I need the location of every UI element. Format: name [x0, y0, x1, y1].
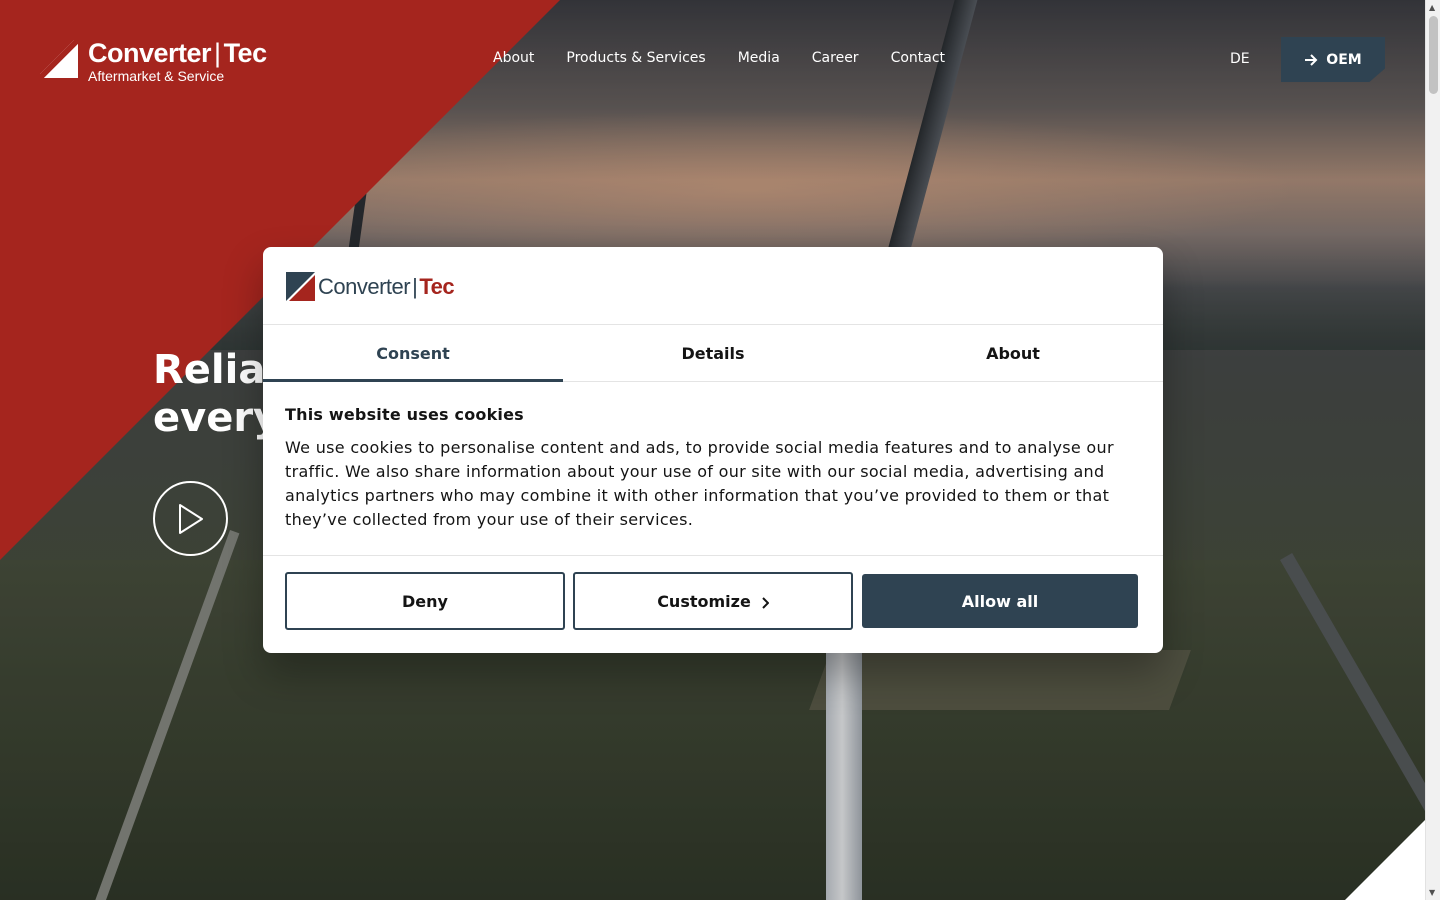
logo-divider: |	[214, 38, 221, 68]
nav-item-contact[interactable]: Contact	[891, 50, 945, 66]
arrow-right-icon	[1305, 53, 1318, 66]
corner-decoration	[1345, 820, 1425, 900]
site-logo[interactable]: Converter | Tec Aftermarket & Service	[40, 40, 267, 84]
tab-consent[interactable]: Consent	[263, 325, 563, 382]
dialog-logo-name: Converter	[318, 273, 411, 299]
dialog-tabs: Consent Details About	[263, 324, 1163, 382]
dialog-heading: This website uses cookies	[285, 405, 524, 424]
tab-details[interactable]: Details	[563, 325, 863, 381]
language-switch[interactable]: DE	[1230, 51, 1250, 67]
customize-button[interactable]: Customize	[573, 572, 853, 630]
play-icon	[178, 503, 203, 534]
nav-item-about[interactable]: About	[493, 50, 534, 66]
nav-item-career[interactable]: Career	[812, 50, 859, 66]
customize-label: Customize	[657, 591, 751, 611]
oem-button[interactable]: OEM	[1281, 37, 1385, 82]
logo-name-main: Converter	[88, 38, 212, 68]
scroll-up-icon[interactable]: ▲	[1429, 3, 1435, 12]
tab-about[interactable]: About	[863, 325, 1163, 381]
cookie-consent-dialog: Converter|Tec Consent Details About This…	[263, 247, 1163, 653]
chevron-right-icon	[762, 597, 769, 609]
dialog-body: This website uses cookies We use cookies…	[285, 405, 1125, 532]
scroll-down-icon[interactable]: ▼	[1429, 888, 1435, 897]
logo-mark-icon	[286, 272, 315, 301]
allow-all-button[interactable]: Allow all	[862, 574, 1138, 628]
main-nav: About Products & Services Media Career C…	[493, 50, 945, 66]
dialog-footer: Deny Customize Allow all	[263, 555, 1163, 653]
deny-button[interactable]: Deny	[285, 572, 565, 630]
dialog-logo-accent: Tec	[419, 273, 455, 299]
logo-name-accent: Tec	[223, 38, 268, 68]
oem-label: OEM	[1326, 51, 1362, 68]
play-video-button[interactable]	[153, 481, 228, 556]
logo-mark-icon	[40, 40, 78, 78]
nav-item-media[interactable]: Media	[738, 50, 780, 66]
scrollbar-thumb[interactable]	[1429, 16, 1438, 94]
logo-tagline: Aftermarket & Service	[88, 68, 225, 84]
nav-item-products-services[interactable]: Products & Services	[566, 50, 705, 66]
dialog-logo: Converter|Tec	[286, 272, 455, 301]
page-scrollbar[interactable]: ▲ ▼	[1425, 0, 1440, 900]
dialog-text: We use cookies to personalise content an…	[285, 438, 1114, 529]
dialog-logo-divider: |	[412, 273, 418, 299]
deny-label: Deny	[402, 591, 448, 611]
allow-all-label: Allow all	[961, 591, 1039, 611]
